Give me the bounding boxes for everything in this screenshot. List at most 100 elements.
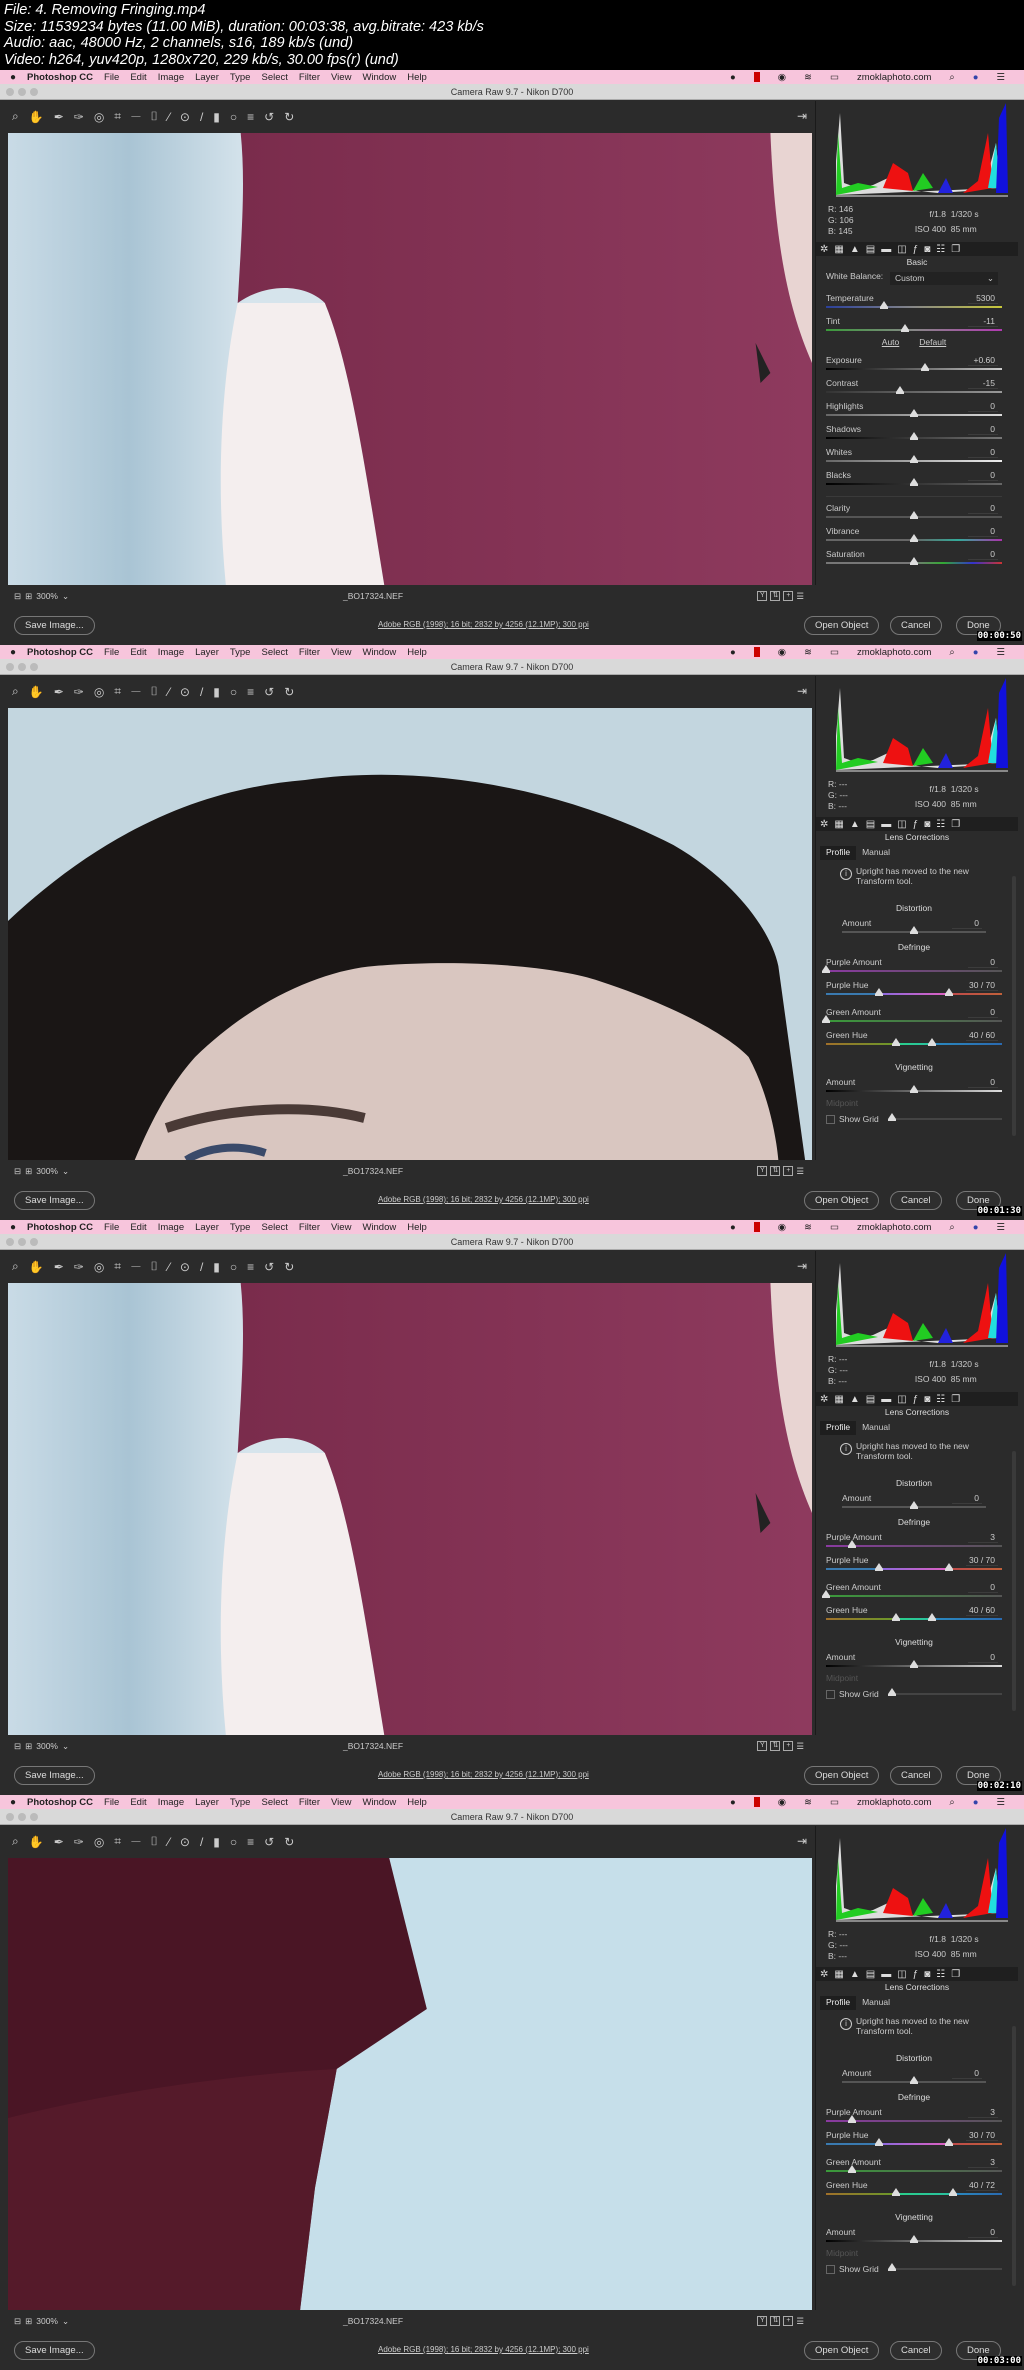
white-balance-tool-icon[interactable]: ✒: [54, 1835, 64, 1849]
menu-view[interactable]: View: [331, 72, 351, 83]
purple-hue-value[interactable]: 30 / 70: [966, 980, 998, 991]
tab-profile[interactable]: Profile: [820, 1421, 857, 1435]
preview-preferences-icon[interactable]: ☰: [796, 591, 804, 602]
zoom-tool-icon[interactable]: ⌕: [12, 1834, 19, 1849]
temperature-value[interactable]: 5300: [968, 293, 998, 304]
chevron-down-icon[interactable]: ⌄: [62, 2316, 69, 2327]
red-eye-tool-icon[interactable]: ⊙: [180, 685, 190, 699]
menu-file[interactable]: File: [104, 647, 119, 658]
temperature-track[interactable]: [826, 301, 1002, 309]
green-hue-thumb[interactable]: [892, 1613, 901, 1621]
green-hue-slider[interactable]: Green Hue 40 / 60: [826, 1028, 1002, 1051]
green-amount-track[interactable]: [822, 1590, 1002, 1598]
grid-size-slider[interactable]: [888, 1688, 1002, 1696]
distortion-amount-thumb[interactable]: [910, 926, 918, 934]
siri-icon[interactable]: ●: [973, 1797, 979, 1808]
close-window-button[interactable]: [6, 663, 14, 671]
purple-amount-track[interactable]: [822, 965, 1002, 973]
contrast-thumb[interactable]: [895, 386, 904, 394]
airplay-icon[interactable]: ▭: [830, 1797, 839, 1808]
preview-preferences-icon[interactable]: ☰: [796, 2316, 804, 2327]
distortion-amount-value[interactable]: 0: [952, 1493, 982, 1504]
creative-cloud-icon[interactable]: ◉: [778, 72, 786, 83]
purple-amount-slider[interactable]: Purple Amount 3: [826, 2105, 1002, 2128]
site-label[interactable]: zmoklaphoto.com: [857, 647, 931, 658]
cancel-button[interactable]: Cancel: [890, 1191, 942, 1210]
contrast-value[interactable]: -15: [968, 378, 998, 389]
clarity-slider[interactable]: Clarity 0: [826, 501, 1002, 524]
green-amount-value[interactable]: 3: [968, 2157, 998, 2168]
rotate-left-tool-icon[interactable]: ↺: [264, 685, 274, 699]
before-after-icon[interactable]: Y: [757, 2315, 768, 2326]
zoom-window-button[interactable]: [30, 1238, 38, 1246]
zoom-in-button[interactable]: ⊞: [25, 591, 32, 602]
green-hue-track[interactable]: [826, 2188, 1002, 2196]
close-window-button[interactable]: [6, 88, 14, 96]
clarity-value[interactable]: 0: [968, 503, 998, 514]
graduated-filter-tool-icon[interactable]: ▮: [213, 1835, 220, 1849]
distortion-amount-value[interactable]: 0: [952, 918, 982, 929]
clarity-thumb[interactable]: [910, 511, 918, 519]
spotlight-search-icon[interactable]: ⌕: [949, 1797, 954, 1808]
zoom-out-button[interactable]: ⊟: [14, 1741, 21, 1752]
distortion-amount-value[interactable]: 0: [952, 2068, 982, 2079]
zoom-window-button[interactable]: [30, 663, 38, 671]
zoom-level-select[interactable]: 300%: [36, 591, 58, 601]
targeted-adjustment-tool-icon[interactable]: ◎: [94, 685, 104, 699]
tab-detail-icon[interactable]: ▲: [850, 819, 860, 830]
red-eye-tool-icon[interactable]: ⊙: [180, 110, 190, 124]
tab-snapshots-icon[interactable]: ❐: [951, 244, 960, 255]
image-preview[interactable]: [8, 1858, 812, 2310]
tab-lens-corrections-icon[interactable]: ◫: [897, 819, 906, 830]
save-image-button[interactable]: Save Image...: [14, 1766, 95, 1785]
workflow-options-link[interactable]: Adobe RGB (1998); 16 bit; 2832 by 4256 (…: [378, 1195, 589, 1204]
menu-image[interactable]: Image: [158, 1797, 184, 1808]
tab-manual[interactable]: Manual: [856, 846, 896, 860]
creative-cloud-icon[interactable]: ◉: [778, 1222, 786, 1233]
tab-detail-icon[interactable]: ▲: [850, 1969, 860, 1980]
apple-icon[interactable]: ●: [10, 72, 16, 83]
wifi-icon[interactable]: ≋: [804, 1797, 812, 1808]
vignette-amount-value[interactable]: 0: [968, 1077, 998, 1088]
rotate-left-tool-icon[interactable]: ↺: [264, 110, 274, 124]
grid-size-thumb[interactable]: [888, 2263, 897, 2271]
saturation-track[interactable]: [826, 557, 1002, 565]
image-preview[interactable]: [8, 1283, 812, 1735]
swap-settings-icon[interactable]: ⇅: [770, 1165, 781, 1176]
purple-amount-thumb[interactable]: [848, 1540, 857, 1548]
open-object-button[interactable]: Open Object: [804, 2341, 880, 2360]
purple-hue-thumb[interactable]: [945, 1563, 954, 1571]
adjustment-brush-tool-icon[interactable]: /: [200, 1835, 203, 1849]
shadows-slider[interactable]: Shadows 0: [826, 422, 1002, 445]
vignette-amount-thumb[interactable]: [910, 2235, 918, 2243]
siri-icon[interactable]: ●: [973, 647, 979, 658]
crop-tool-icon[interactable]: ⌗: [114, 1259, 121, 1274]
spot-removal-tool-icon[interactable]: ⁄: [168, 1835, 170, 1849]
distortion-amount-slider[interactable]: Amount 0: [842, 916, 986, 939]
tab-snapshots-icon[interactable]: ❐: [951, 819, 960, 830]
straighten-tool-icon[interactable]: ⏤: [131, 684, 141, 699]
hand-tool-icon[interactable]: ✋: [29, 1835, 44, 1849]
zoom-tool-icon[interactable]: ⌕: [12, 109, 19, 124]
distortion-amount-slider[interactable]: Amount 0: [842, 2066, 986, 2089]
vignette-amount-track[interactable]: [826, 2235, 1002, 2243]
siri-icon[interactable]: ●: [973, 1222, 979, 1233]
transform-tool-icon[interactable]: ⌷: [151, 1259, 158, 1274]
wifi-icon[interactable]: ≋: [804, 647, 812, 658]
status-record-icon[interactable]: ●: [730, 1222, 736, 1233]
temperature-thumb[interactable]: [880, 301, 889, 309]
menu-edit[interactable]: Edit: [130, 72, 146, 83]
toggle-fullscreen-icon[interactable]: ⇥: [797, 1259, 807, 1273]
menu-file[interactable]: File: [104, 72, 119, 83]
before-after-icon[interactable]: Y: [757, 590, 768, 601]
vignette-amount-track[interactable]: [826, 1085, 1002, 1093]
zoom-in-button[interactable]: ⊞: [25, 1741, 32, 1752]
green-hue-value[interactable]: 40 / 60: [966, 1605, 998, 1616]
tab-hsl-icon[interactable]: ▤: [866, 1969, 875, 1980]
vibrance-slider[interactable]: Vibrance 0: [826, 524, 1002, 547]
creative-cloud-icon[interactable]: ◉: [778, 1797, 786, 1808]
before-after-icon[interactable]: Y: [757, 1740, 768, 1751]
siri-icon[interactable]: ●: [973, 72, 979, 83]
spot-removal-tool-icon[interactable]: ⁄: [168, 110, 170, 124]
tab-camera-calibration-icon[interactable]: ◙: [924, 819, 930, 830]
